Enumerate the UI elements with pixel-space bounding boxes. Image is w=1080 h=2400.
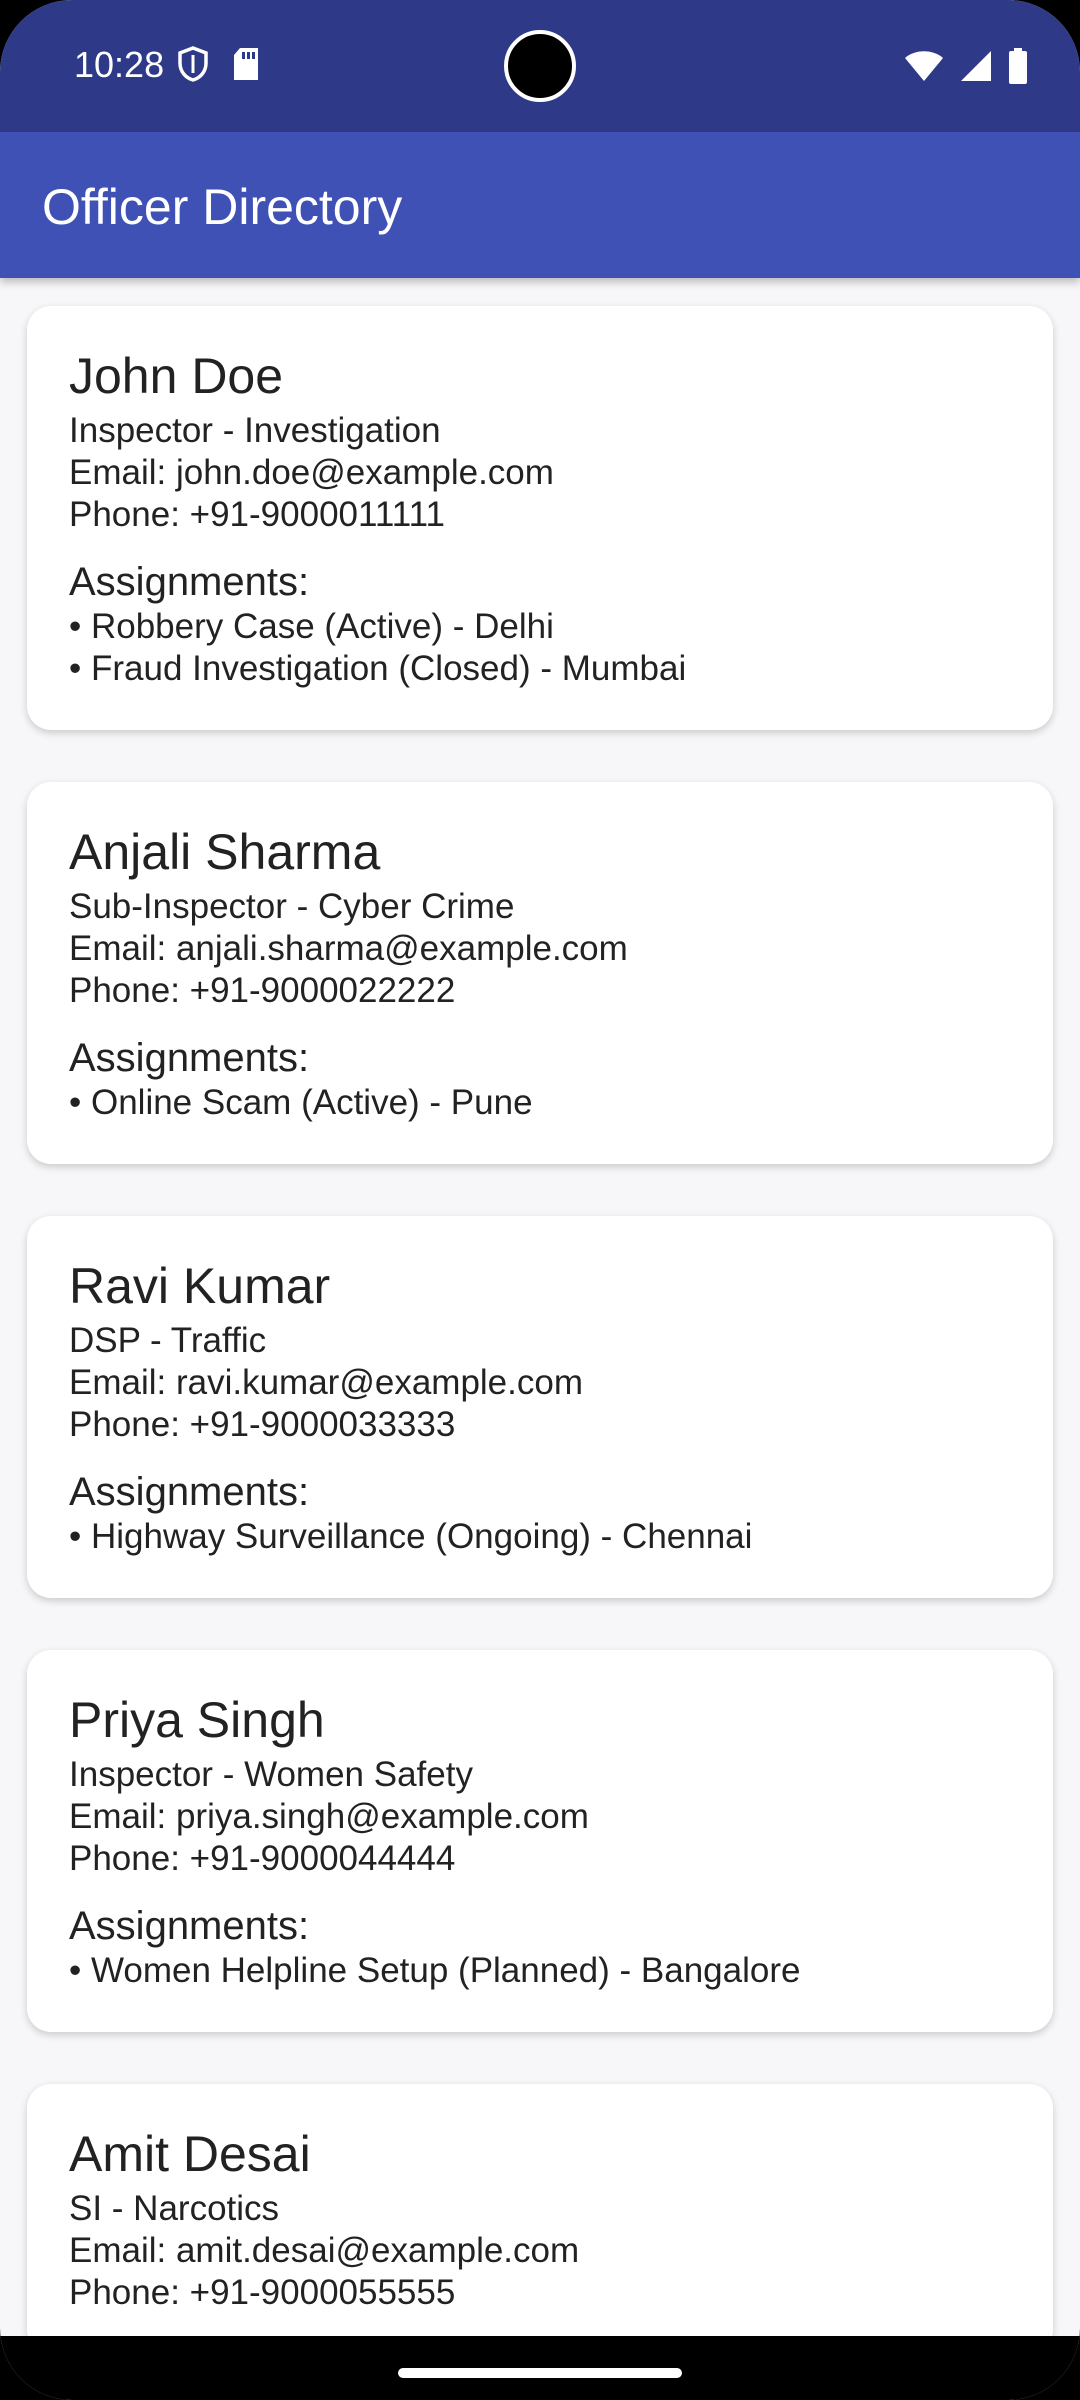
officer-name: John Doe (69, 348, 284, 404)
officer-email: Email: priya.singh@example.com (69, 1797, 589, 1836)
assignments-heading: Assignments: (69, 560, 310, 604)
officer-card[interactable]: Priya Singh Inspector - Women Safety Ema… (27, 1650, 1053, 2032)
officer-email: Email: john.doe@example.com (69, 453, 554, 492)
officer-name: Amit Desai (69, 2126, 311, 2182)
officer-email: Email: amit.desai@example.com (69, 2231, 580, 2270)
app-bar: Officer Directory (0, 132, 1080, 278)
officer-phone: Phone: +91-9000011111 (69, 495, 445, 534)
status-right-icons (904, 48, 1028, 89)
officer-role: Inspector - Investigation (69, 411, 441, 450)
officer-list[interactable]: John Doe Inspector - Investigation Email… (0, 306, 1080, 2400)
officer-card[interactable]: Ravi Kumar DSP - Traffic Email: ravi.kum… (27, 1216, 1053, 1598)
status-bar: 10:28 (0, 0, 1080, 132)
status-left-icons (178, 46, 260, 87)
navigation-bar (0, 2336, 1080, 2400)
officer-phone: Phone: +91-9000022222 (69, 971, 456, 1010)
officer-card[interactable]: Anjali Sharma Sub-Inspector - Cyber Crim… (27, 782, 1053, 1164)
officer-email: Email: ravi.kumar@example.com (69, 1363, 583, 1402)
signal-icon (960, 50, 992, 87)
battery-icon (1008, 48, 1028, 89)
assignments-heading: Assignments: (69, 1036, 310, 1080)
phone-screen: 10:28 Officer Directory John Doe Inspect… (0, 0, 1080, 2400)
officer-phone: Phone: +91-9000033333 (69, 1405, 456, 1444)
officer-email: Email: anjali.sharma@example.com (69, 929, 628, 968)
assignments-heading: Assignments: (69, 1470, 310, 1514)
assignment-item: • Robbery Case (Active) - Delhi (69, 607, 554, 646)
wifi-icon (904, 50, 944, 87)
assignment-item: • Women Helpline Setup (Planned) - Banga… (69, 1951, 801, 1990)
officer-card[interactable]: John Doe Inspector - Investigation Email… (27, 306, 1053, 730)
officer-card[interactable]: Amit Desai SI - Narcotics Email: amit.de… (27, 2084, 1053, 2354)
officer-role: Inspector - Women Safety (69, 1755, 473, 1794)
officer-role: Sub-Inspector - Cyber Crime (69, 887, 515, 926)
camera-cutout (504, 30, 576, 102)
officer-phone: Phone: +91-9000055555 (69, 2273, 456, 2312)
assignment-item: • Highway Surveillance (Ongoing) - Chenn… (69, 1517, 753, 1556)
officer-name: Priya Singh (69, 1692, 325, 1748)
officer-phone: Phone: +91-9000044444 (69, 1839, 456, 1878)
status-time: 10:28 (74, 44, 165, 85)
page-title: Officer Directory (42, 179, 403, 235)
officer-name: Ravi Kumar (69, 1258, 331, 1314)
assignment-item: • Fraud Investigation (Closed) - Mumbai (69, 649, 687, 688)
assignment-item: • Online Scam (Active) - Pune (69, 1083, 533, 1122)
shield-icon (178, 46, 208, 87)
officer-name: Anjali Sharma (69, 824, 381, 880)
sd-card-icon (232, 47, 260, 86)
officer-role: DSP - Traffic (69, 1321, 267, 1360)
assignments-heading: Assignments: (69, 1904, 310, 1948)
home-gesture-handle[interactable] (398, 2368, 682, 2378)
officer-role: SI - Narcotics (69, 2189, 280, 2228)
